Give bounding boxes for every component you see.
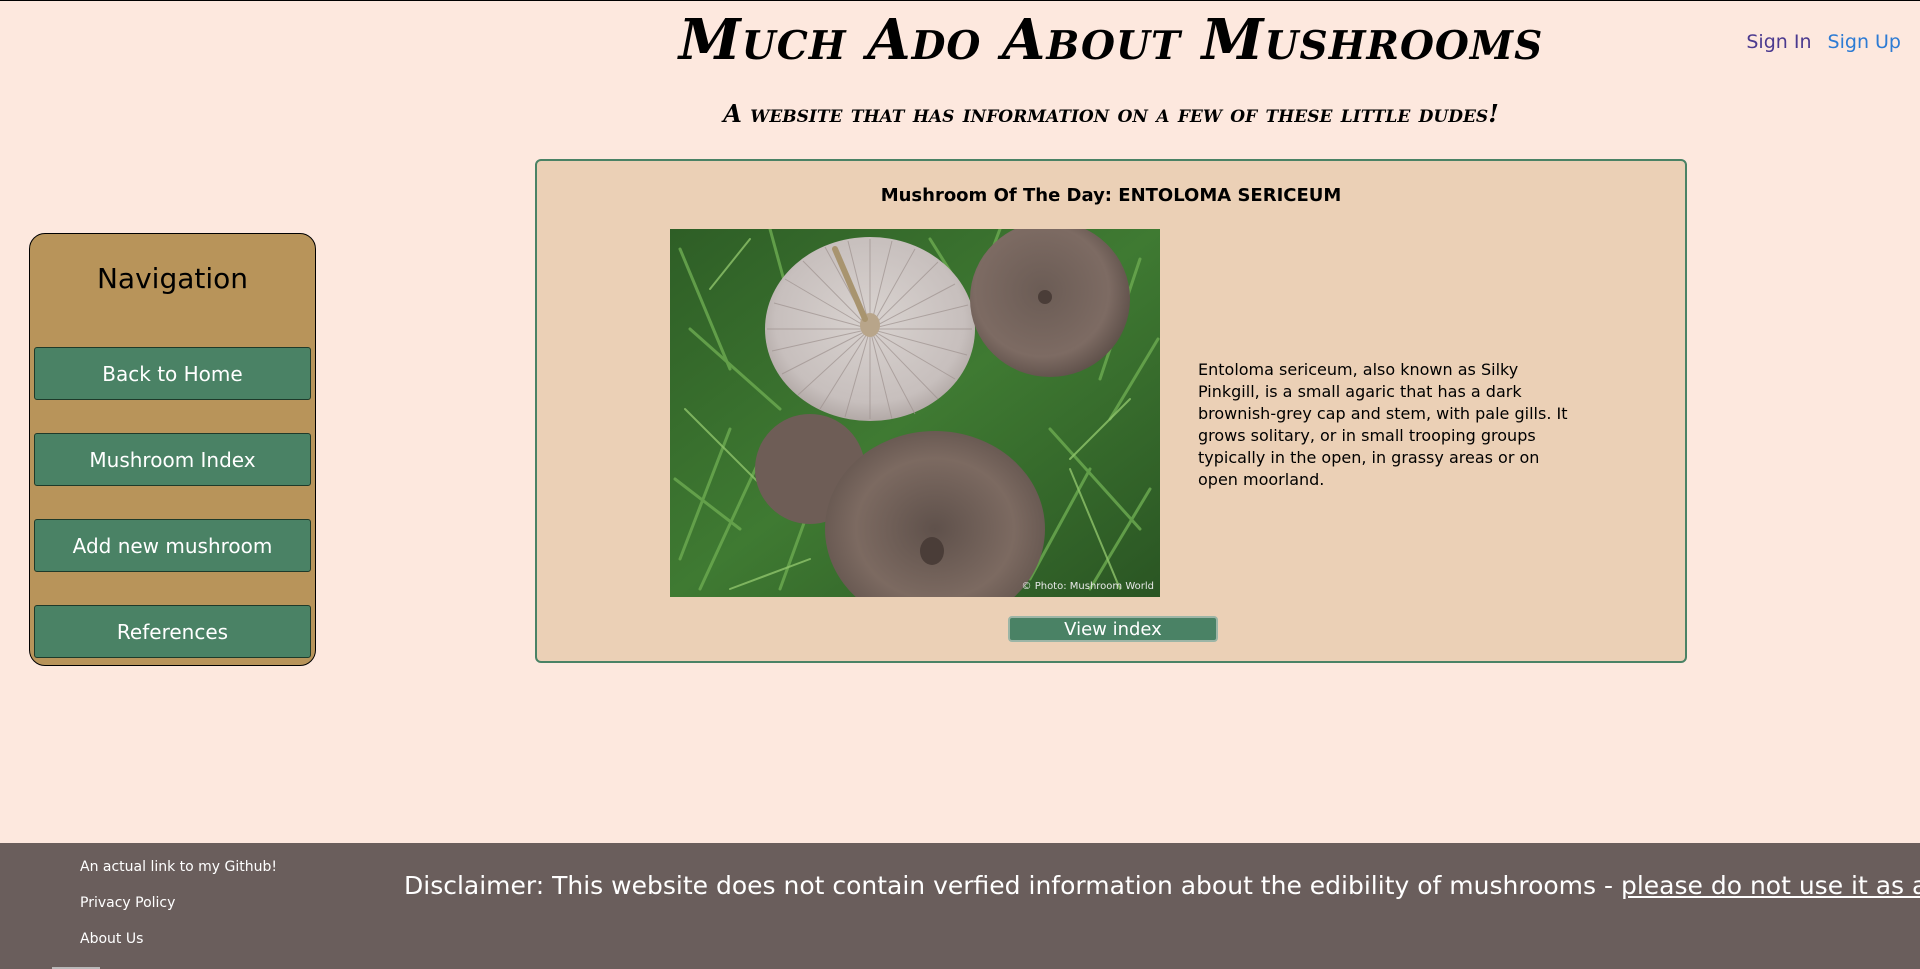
disclaimer-guide-link[interactable]: please do not use it as a guide! (1621, 871, 1920, 900)
about-us-link[interactable]: About Us (80, 929, 277, 965)
view-index-button[interactable]: View index (1008, 616, 1218, 642)
sidebar-title: Navigation (96, 262, 249, 295)
github-link[interactable]: An actual link to my Github! (80, 857, 277, 893)
references-button[interactable]: References (34, 605, 311, 658)
mushroom-photo: © Photo: Mushroom World (670, 229, 1160, 597)
site-title: Much Ado About Mushrooms (678, 7, 1544, 73)
auth-links: Sign In Sign Up (1736, 31, 1901, 53)
disclaimer-text: Disclaimer: This website does not contai… (404, 871, 1621, 900)
footer-links: An actual link to my Github! Privacy Pol… (80, 857, 277, 965)
mushroom-photo-image (670, 229, 1160, 597)
add-new-mushroom-button[interactable]: Add new mushroom (34, 519, 311, 572)
mushroom-of-the-day-card: Mushroom Of The Day: ENTOLOMA SERICEUM ©… (535, 159, 1687, 663)
site-subtitle: A website that has information on a few … (723, 99, 1499, 128)
disclaimer: Disclaimer: This website does not contai… (404, 871, 1920, 900)
sign-up-link[interactable]: Sign Up (1828, 31, 1901, 53)
mushroom-index-button[interactable]: Mushroom Index (34, 433, 311, 486)
mushroom-of-the-day-heading: Mushroom Of The Day: ENTOLOMA SERICEUM (880, 185, 1342, 206)
mushroom-description: Entoloma sericeum, also known as Silky P… (1198, 360, 1568, 489)
sign-in-link[interactable]: Sign In (1746, 31, 1811, 53)
back-to-home-button[interactable]: Back to Home (34, 347, 311, 400)
photo-credit: © Photo: Mushroom World (1021, 581, 1154, 592)
footer: An actual link to my Github! Privacy Pol… (0, 843, 1920, 969)
privacy-policy-link[interactable]: Privacy Policy (80, 893, 277, 929)
sidebar-navigation: Navigation Back to Home Mushroom Index A… (29, 233, 316, 666)
